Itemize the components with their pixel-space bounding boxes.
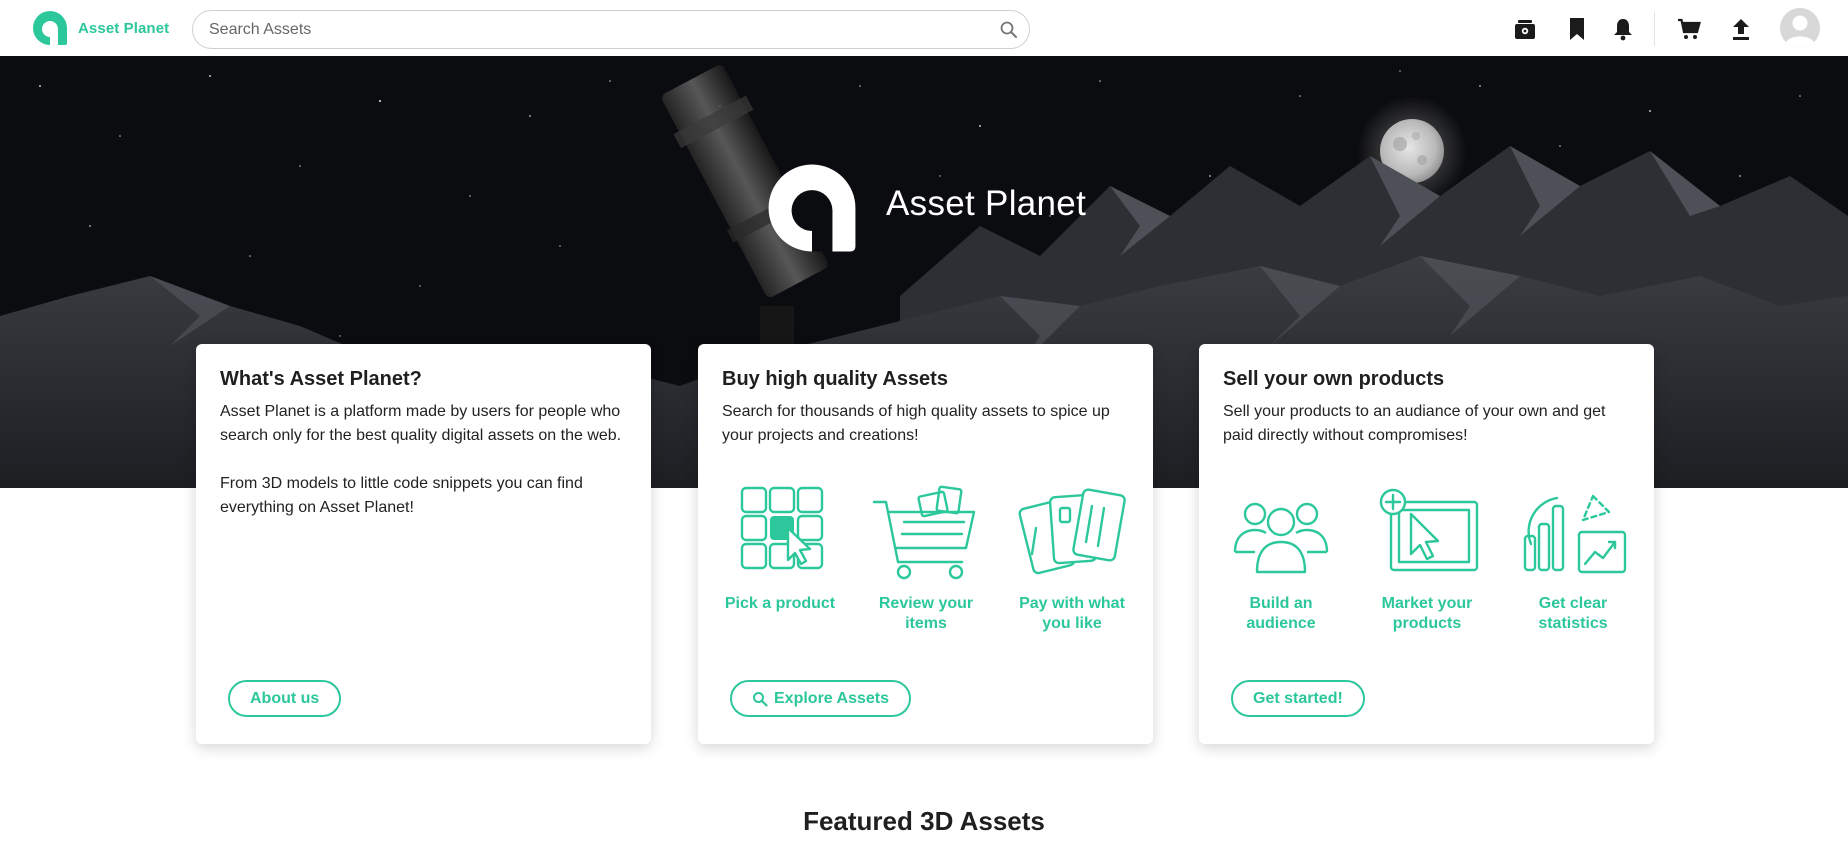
get-started-button[interactable]: Get started! — [1231, 680, 1365, 717]
explore-assets-label: Explore Assets — [774, 689, 890, 707]
brand-logo-link[interactable]: Asset Planet — [32, 10, 169, 46]
feature-list: Build an audience Market your products G… — [1211, 484, 1643, 634]
asset-planet-logo-icon — [33, 11, 67, 45]
feature-label: Pay with what you like — [1019, 595, 1125, 632]
card-paragraph: Sell your products to an audiance of you… — [1223, 403, 1606, 444]
nav-divider — [1654, 12, 1655, 46]
feature-label: Market your products — [1381, 595, 1473, 632]
feature-pick-product: Pick a product — [710, 484, 850, 634]
search-icon — [753, 691, 768, 707]
card-title: Sell your own products — [1223, 368, 1445, 390]
feature-pay: Pay with what you like — [1002, 484, 1142, 634]
feature-statistics: Get clear statistics — [1503, 484, 1643, 634]
avatar[interactable] — [1780, 8, 1820, 48]
about-us-button[interactable]: About us — [228, 680, 342, 717]
screen-cursor-icon — [1379, 488, 1479, 572]
card-sell: Sell your own products Sell your product… — [1199, 344, 1654, 744]
feature-label: Review your items — [878, 595, 974, 632]
brand-name: Asset Planet — [78, 19, 170, 37]
feature-review-items: Review your items — [856, 484, 996, 634]
card-paragraph: From 3D models to little code snippets y… — [220, 475, 583, 516]
cart-icon[interactable] — [1676, 16, 1702, 42]
upload-icon[interactable] — [1728, 16, 1754, 42]
shopping-cart-icon — [872, 485, 976, 580]
feature-market-products: Market your products — [1357, 484, 1497, 634]
card-paragraph: Asset Planet is a platform made by users… — [220, 403, 622, 444]
statistics-chart-icon — [1523, 494, 1627, 574]
bookmark-icon[interactable] — [1564, 16, 1590, 42]
card-about: What's Asset Planet? Asset Planet is a p… — [196, 344, 651, 744]
card-buy: Buy high quality Assets Search for thous… — [698, 344, 1153, 744]
hero-title: Asset Planet — [886, 184, 1087, 223]
grid-cursor-icon — [740, 486, 824, 570]
card-title: Buy high quality Assets — [722, 368, 948, 390]
featured-section-title: Featured 3D Assets — [803, 806, 1045, 836]
feature-label: Pick a product — [724, 595, 836, 612]
card-title: What's Asset Planet? — [220, 368, 422, 390]
feature-build-audience: Build an audience — [1211, 484, 1351, 634]
search-input[interactable] — [209, 11, 989, 48]
feature-label: Build an audience — [1246, 595, 1316, 632]
payment-cards-icon — [1018, 488, 1126, 575]
feature-list: Pick a product Review your items Pay wit… — [710, 484, 1142, 634]
card-paragraph: Search for thousands of high quality ass… — [722, 403, 1110, 444]
search-icon[interactable] — [999, 20, 1019, 40]
top-navigation-bar: Asset Planet — [0, 0, 1848, 56]
asset-planet-hero-logo-icon — [768, 164, 856, 252]
search-bar — [192, 10, 1030, 49]
people-group-icon — [1233, 502, 1329, 574]
explore-assets-button[interactable]: Explore Assets — [730, 680, 912, 717]
library-icon[interactable] — [1512, 16, 1538, 42]
bell-icon[interactable] — [1610, 16, 1636, 42]
feature-label: Get clear statistics — [1538, 595, 1608, 632]
